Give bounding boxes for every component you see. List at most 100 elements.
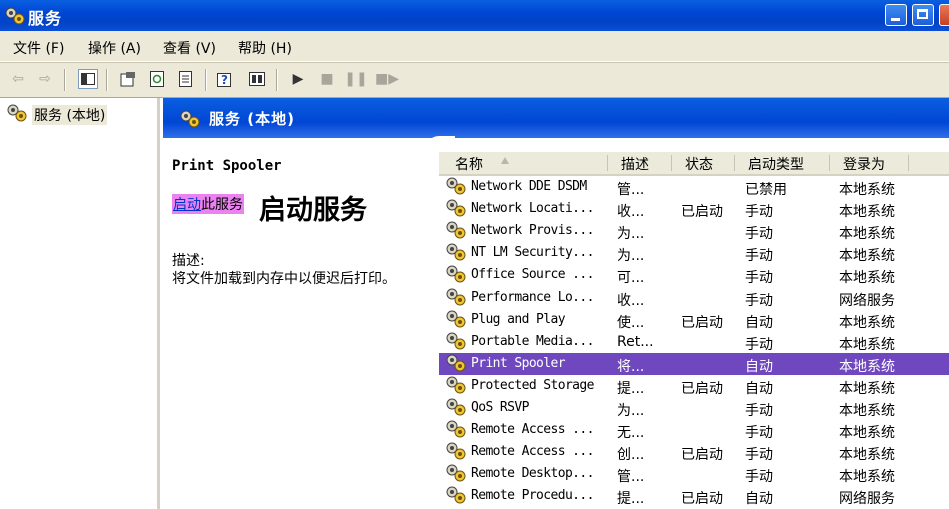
service-name: Remote Access ... [471, 422, 594, 438]
service-startup-type: 手动 [745, 292, 773, 309]
table-row[interactable]: Remote Procedu... 提... 已启动 自动 网络服务 [439, 485, 949, 507]
table-row[interactable]: Remote Desktop... 管... 手动 本地系统 [439, 463, 949, 485]
close-button[interactable] [939, 4, 949, 26]
service-gear-icon [445, 199, 467, 221]
service-status: 已启动 [681, 447, 723, 464]
start-link-highlight: 启动 [173, 197, 201, 213]
column-divider[interactable] [671, 155, 672, 171]
service-startup-type: 自动 [745, 314, 773, 331]
column-divider[interactable] [607, 155, 608, 171]
table-row[interactable]: Print Spooler 将... 自动 本地系统 [439, 352, 949, 376]
service-gear-icon [445, 243, 467, 265]
service-name: Portable Media... [471, 333, 594, 349]
service-logon: 本地系统 [839, 182, 895, 198]
table-row[interactable]: Network Locati... 收... 已启动 手动 本地系统 [439, 198, 949, 220]
column-header-description[interactable]: 描述 [621, 154, 649, 174]
description-label: 描述: [172, 253, 205, 269]
sort-ascending-icon [501, 157, 509, 164]
service-startup-type: 手动 [745, 447, 773, 464]
table-row[interactable]: Network Provis... 为... 手动 本地系统 [439, 220, 949, 242]
table-row[interactable]: Plug and Play 使... 已启动 自动 本地系统 [439, 309, 949, 331]
toolbar-separator [64, 69, 66, 91]
restart-icon[interactable]: ■▶ [375, 69, 399, 89]
column-divider[interactable] [829, 155, 830, 171]
show-description-icon[interactable] [247, 69, 267, 89]
toolbar: ⇦ ⇨ ? ▶ ■ ❚❚ ■▶ [0, 62, 949, 98]
service-name: Network Locati... [471, 201, 594, 217]
minimize-button[interactable] [885, 4, 907, 26]
console-tree: 服务 (本地) [0, 98, 160, 509]
toolbar-separator [205, 69, 207, 91]
start-service-link[interactable]: 启动此服务 [172, 194, 244, 214]
service-description: 管... [617, 182, 645, 198]
service-gear-icon [445, 376, 467, 398]
column-header-name[interactable]: 名称 [455, 154, 483, 174]
service-gear-icon [445, 310, 467, 332]
service-name: Plug and Play [471, 311, 566, 327]
service-startup-type: 自动 [745, 491, 773, 508]
service-gear-icon [445, 265, 467, 287]
maximize-button[interactable] [912, 4, 934, 26]
export-list-icon[interactable] [176, 69, 196, 89]
pause-icon[interactable]: ❚❚ [344, 69, 367, 89]
service-name: Performance Lo... [471, 289, 594, 305]
column-header-startup-type[interactable]: 启动类型 [748, 154, 804, 174]
properties-icon[interactable] [118, 69, 138, 89]
service-description-panel: Print Spooler 启动此服务 启动服务 描述: 将文件加载到内存中以便… [163, 152, 439, 509]
menu-file[interactable]: 文件 (F) [13, 38, 64, 58]
table-row[interactable]: Office Source ... 可... 手动 本地系统 [439, 264, 949, 286]
pane-header: 服务 (本地) [163, 98, 949, 138]
table-row[interactable]: Protected Storage 提... 已启动 自动 本地系统 [439, 375, 949, 397]
table-row[interactable]: Remote Access ... 创... 已启动 手动 本地系统 [439, 441, 949, 463]
back-arrow-icon[interactable]: ⇦ [8, 69, 28, 89]
service-description: Ret... [617, 333, 654, 350]
table-row[interactable]: Portable Media... Ret... 手动 本地系统 [439, 331, 949, 353]
service-logon: 本地系统 [839, 248, 895, 265]
table-header: 名称 描述 状态 启动类型 登录为 [439, 152, 949, 176]
column-divider[interactable] [908, 155, 909, 171]
forward-arrow-icon[interactable]: ⇨ [35, 69, 55, 89]
table-row[interactable]: Network DDE DSDM 管... 已禁用 本地系统 [439, 176, 949, 198]
service-description: 使... [617, 314, 645, 331]
svg-text:?: ? [221, 73, 228, 87]
selected-service-name: Print Spooler [172, 158, 282, 174]
table-row[interactable]: Remote Access ... 无... 手动 本地系统 [439, 419, 949, 441]
column-header-logon[interactable]: 登录为 [843, 154, 885, 174]
service-logon: 本地系统 [839, 204, 895, 221]
table-row[interactable]: NT LM Security... 为... 手动 本地系统 [439, 242, 949, 264]
service-gear-icon [445, 398, 467, 420]
service-name: Remote Procedu... [471, 488, 594, 504]
table-row[interactable]: QoS RSVP 为... 手动 本地系统 [439, 397, 949, 419]
services-gear-icon [179, 110, 201, 132]
help-icon[interactable]: ? [216, 69, 236, 89]
service-startup-type: 手动 [745, 403, 773, 419]
play-icon[interactable]: ▶ [288, 69, 308, 89]
refresh-icon[interactable] [147, 69, 167, 89]
service-logon: 本地系统 [839, 314, 895, 331]
start-service-annotation: 启动服务 [259, 195, 367, 226]
menu-help[interactable]: 帮助 (H) [238, 38, 292, 58]
service-gear-icon [445, 354, 467, 376]
services-gear-icon [6, 104, 28, 126]
service-name: QoS RSVP [471, 400, 529, 415]
menu-view[interactable]: 查看 (V) [163, 38, 216, 58]
toolbar-separator [276, 69, 278, 91]
service-name: Print Spooler [471, 355, 566, 371]
tree-item-label: 服务 (本地) [32, 105, 108, 125]
service-name: Remote Access ... [471, 444, 594, 460]
table-row[interactable]: Performance Lo... 收... 手动 网络服务 [439, 287, 949, 309]
column-header-status[interactable]: 状态 [685, 154, 713, 174]
service-gear-icon [445, 486, 467, 508]
service-description: 收... [617, 292, 645, 309]
services-table: 名称 描述 状态 启动类型 登录为 Network DDE DSDM 管... 已禁… [439, 152, 949, 509]
service-description: 提... [617, 491, 645, 508]
show-hide-tree-icon[interactable] [78, 69, 98, 89]
service-description: 提... [617, 380, 645, 397]
column-divider[interactable] [734, 155, 735, 171]
service-logon: 本地系统 [839, 425, 895, 442]
service-description: 为... [617, 403, 645, 419]
tree-item-services-local[interactable]: 服务 (本地) [6, 104, 108, 126]
menu-action[interactable]: 操作 (A) [88, 38, 141, 58]
service-startup-type: 自动 [745, 380, 773, 397]
stop-icon[interactable]: ■ [317, 69, 337, 89]
